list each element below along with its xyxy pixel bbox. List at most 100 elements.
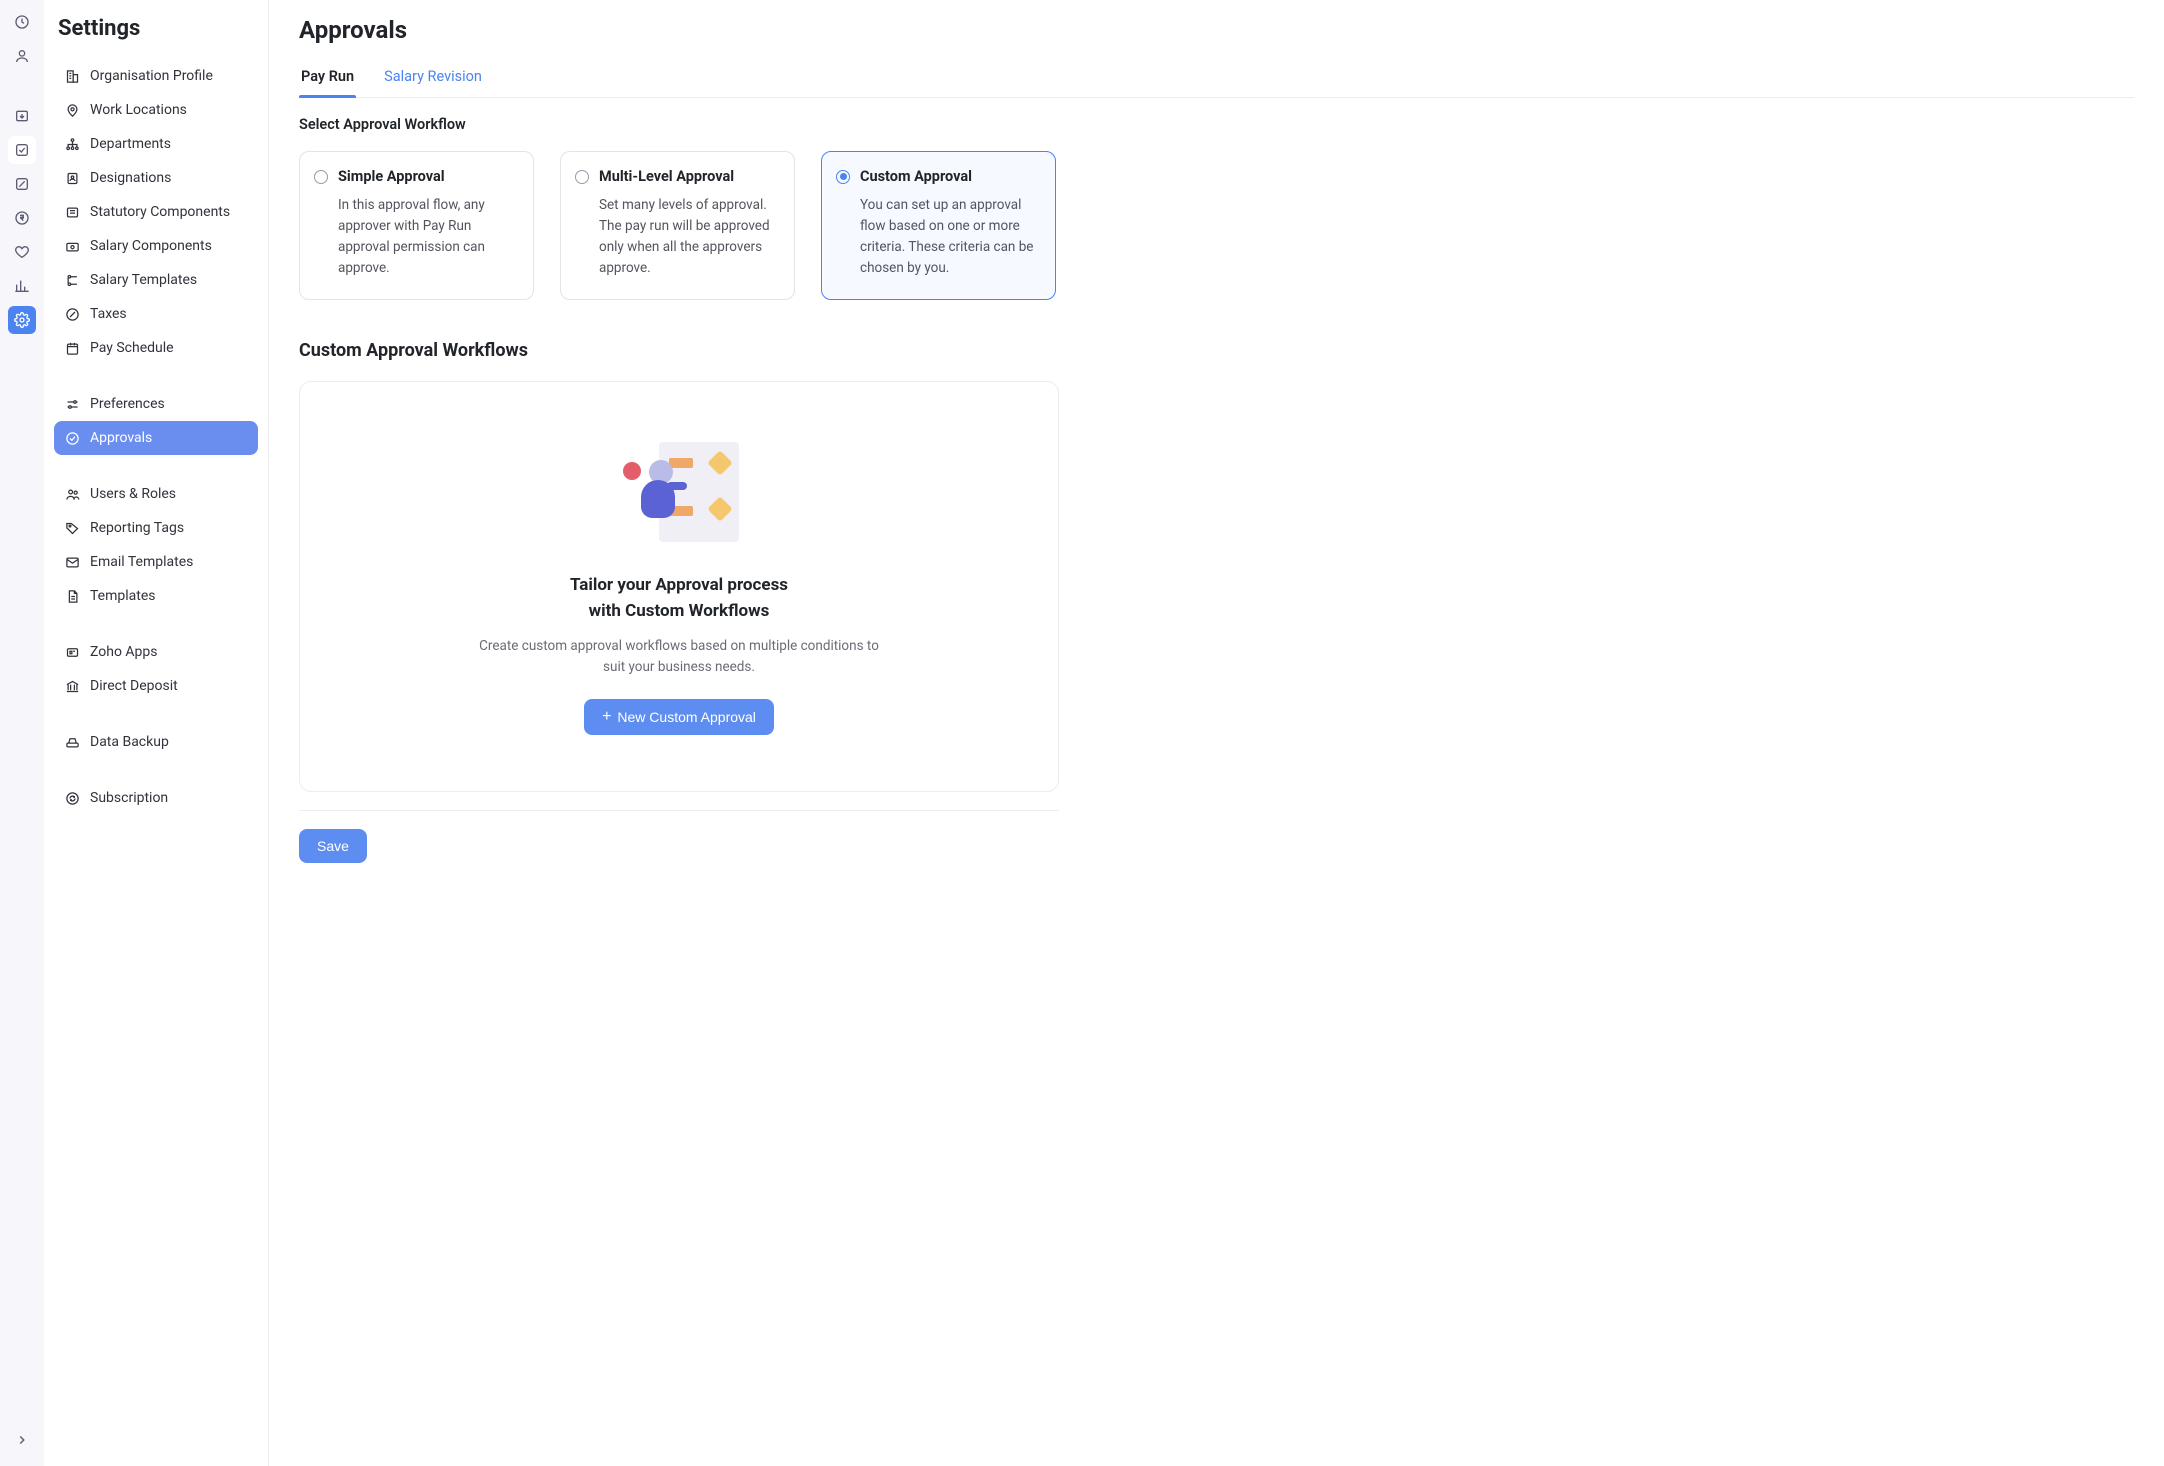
section-label: Select Approval Workflow	[299, 116, 2134, 133]
sidebar-item-label: Approvals	[90, 430, 152, 446]
sidebar-item-label: Salary Templates	[90, 272, 197, 288]
sidebar-item-subscription[interactable]: Subscription	[54, 781, 258, 815]
sidebar-item-organisation-profile[interactable]: Organisation Profile	[54, 59, 258, 93]
approval-card-multi-level-approval[interactable]: Multi-Level Approval Set many levels of a…	[560, 151, 795, 300]
pin-icon	[64, 102, 80, 118]
template-icon	[64, 272, 80, 288]
icon-rail	[0, 0, 44, 1466]
tab-pay-run[interactable]: Pay Run	[299, 60, 356, 97]
sidebar-item-label: Reporting Tags	[90, 520, 184, 536]
rail-expand[interactable]	[8, 1426, 36, 1454]
sidebar-item-departments[interactable]: Departments	[54, 127, 258, 161]
sidebar-item-label: Organisation Profile	[90, 68, 213, 84]
sidebar-item-salary-components[interactable]: Salary Components	[54, 229, 258, 263]
sidebar-item-pay-schedule[interactable]: Pay Schedule	[54, 331, 258, 365]
sidebar-item-label: Departments	[90, 136, 171, 152]
sidebar-item-direct-deposit[interactable]: Direct Deposit	[54, 669, 258, 703]
sidebar-item-approvals[interactable]: Approvals	[54, 421, 258, 455]
radio-icon	[314, 170, 328, 184]
tab-salary-revision[interactable]: Salary Revision	[382, 60, 484, 97]
custom-workflows-empty: Tailor your Approval process with Custom…	[299, 381, 1059, 792]
chart-icon	[14, 278, 30, 294]
inbox-icon	[14, 108, 30, 124]
building-icon	[64, 68, 80, 84]
rupee-icon	[14, 210, 30, 226]
card-title: Multi-Level Approval	[599, 168, 734, 185]
sidebar-item-zoho-apps[interactable]: Zoho Apps	[54, 635, 258, 669]
doc-icon	[64, 588, 80, 604]
custom-workflows-title: Custom Approval Workflows	[299, 340, 2134, 361]
rail-task[interactable]	[8, 136, 36, 164]
rail-person[interactable]	[8, 42, 36, 70]
sidebar-item-email-templates[interactable]: Email Templates	[54, 545, 258, 579]
empty-description: Create custom approval workflows based o…	[479, 636, 879, 677]
sidebar-item-label: Zoho Apps	[90, 644, 157, 660]
approval-card-custom-approval[interactable]: Custom ApprovalYou can set up an approva…	[821, 151, 1056, 300]
approval-cards: Simple Approval In this approval flow, an…	[299, 151, 2134, 300]
rail-settings[interactable]	[8, 306, 36, 334]
apps-icon	[64, 644, 80, 660]
rail-percent[interactable]	[8, 170, 36, 198]
refresh-icon	[64, 790, 80, 806]
badge-icon	[64, 170, 80, 186]
users-icon	[64, 486, 80, 502]
sidebar-item-users-roles[interactable]: Users & Roles	[54, 477, 258, 511]
card-description: In this approval flow, any approver with…	[314, 195, 515, 279]
task-icon	[14, 142, 30, 158]
sidebar-item-label: Preferences	[90, 396, 165, 412]
check-circle-icon	[64, 430, 80, 446]
chevron-right-icon	[15, 1433, 29, 1447]
sidebar-item-label: Email Templates	[90, 554, 193, 570]
tabs: Pay Run Salary Revision	[299, 60, 2134, 98]
mail-icon	[64, 554, 80, 570]
settings-icon	[14, 312, 30, 328]
salary-icon	[64, 238, 80, 254]
sidebar-item-reporting-tags[interactable]: Reporting Tags	[54, 511, 258, 545]
card-description: You can set up an approval flow based on…	[836, 195, 1037, 279]
sidebar-item-label: Work Locations	[90, 102, 187, 118]
bank-icon	[64, 678, 80, 694]
main-content: Approvals Pay Run Salary Revision Select…	[269, 0, 2164, 1466]
rail-inbox[interactable]	[8, 102, 36, 130]
page-title: Approvals	[299, 16, 2134, 44]
radio-icon	[575, 170, 589, 184]
sidebar-item-designations[interactable]: Designations	[54, 161, 258, 195]
sidebar-item-work-locations[interactable]: Work Locations	[54, 93, 258, 127]
approval-card-simple-approval[interactable]: Simple Approval In this approval flow, an…	[299, 151, 534, 300]
sidebar-item-data-backup[interactable]: Data Backup	[54, 725, 258, 759]
sidebar-item-templates[interactable]: Templates	[54, 579, 258, 613]
sidebar-item-taxes[interactable]: Taxes	[54, 297, 258, 331]
calendar-icon	[64, 340, 80, 356]
sidebar-item-statutory-components[interactable]: Statutory Components	[54, 195, 258, 229]
sidebar-title: Settings	[58, 16, 254, 41]
sidebar-item-label: Designations	[90, 170, 171, 186]
sidebar-item-preferences[interactable]: Preferences	[54, 387, 258, 421]
drive-icon	[64, 734, 80, 750]
sidebar-item-label: Users & Roles	[90, 486, 176, 502]
save-label: Save	[317, 838, 349, 854]
card-description: Set many levels of approval. The pay run…	[575, 195, 776, 279]
workflow-illustration	[619, 442, 739, 548]
divider	[299, 810, 1059, 811]
rail-chart[interactable]	[8, 272, 36, 300]
rail-dashboard[interactable]	[8, 8, 36, 36]
percent-icon	[14, 176, 30, 192]
sidebar-item-label: Subscription	[90, 790, 168, 806]
sidebar-item-salary-templates[interactable]: Salary Templates	[54, 263, 258, 297]
new-custom-approval-button[interactable]: + New Custom Approval	[584, 699, 774, 735]
sidebar-item-label: Pay Schedule	[90, 340, 174, 356]
heart-icon	[14, 244, 30, 260]
sidebar-item-label: Salary Components	[90, 238, 212, 254]
empty-heading: Tailor your Approval process with Custom…	[570, 572, 788, 625]
card-title: Simple Approval	[338, 168, 445, 185]
save-button[interactable]: Save	[299, 829, 367, 863]
rail-heart[interactable]	[8, 238, 36, 266]
tag-icon	[64, 520, 80, 536]
settings-sidebar: Settings Organisation Profile Work Locati…	[44, 0, 269, 1466]
sidebar-item-label: Data Backup	[90, 734, 169, 750]
sidebar-item-label: Templates	[90, 588, 156, 604]
rail-rupee[interactable]	[8, 204, 36, 232]
sidebar-item-label: Taxes	[90, 306, 127, 322]
sliders-icon	[64, 396, 80, 412]
radio-icon	[836, 170, 850, 184]
